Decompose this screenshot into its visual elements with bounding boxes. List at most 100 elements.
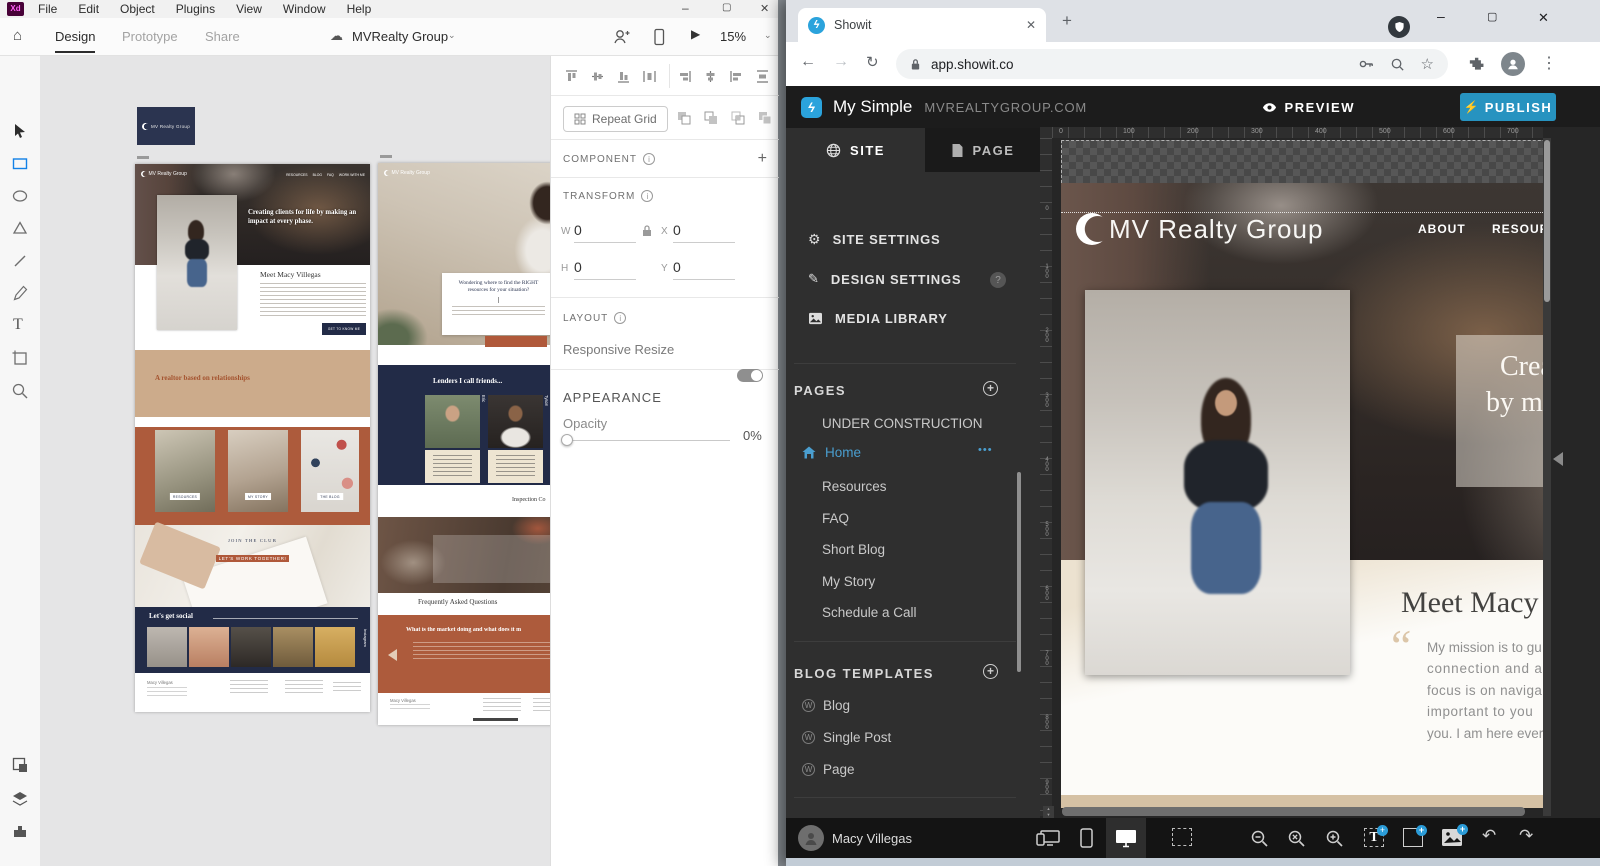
page-options-icon[interactable]: ••• [978, 444, 993, 456]
align-top-icon[interactable] [564, 69, 579, 84]
artboard-resources[interactable]: MV Realty Group RESOURCES Wondering wher… [378, 163, 550, 725]
menu-window[interactable]: Window [283, 2, 326, 16]
chevron-down-icon[interactable]: ⌄ [448, 30, 456, 41]
collapse-panel-arrow[interactable] [1553, 452, 1563, 466]
assets-icon[interactable] [11, 756, 29, 774]
showit-logo[interactable]: ϟ [801, 97, 822, 118]
blog-template-single-post[interactable]: W Single Post [802, 730, 891, 745]
lock-aspect-icon[interactable] [641, 224, 653, 238]
info-icon[interactable]: i [641, 190, 653, 202]
add-image-tool-icon[interactable]: + [1441, 828, 1463, 847]
site-name[interactable]: My Simple [833, 97, 912, 117]
plugins-icon[interactable] [11, 822, 29, 840]
device-preview-icon[interactable] [651, 28, 667, 46]
page-item-short-blog[interactable]: Short Blog [822, 542, 885, 557]
info-icon[interactable]: i [614, 312, 626, 324]
portrait-photo-canvas[interactable] [1085, 290, 1350, 675]
zoom-in-icon[interactable] [1325, 829, 1344, 848]
tab-design[interactable]: Design [55, 29, 95, 53]
zoom-tool-icon[interactable] [11, 382, 29, 400]
forward-icon[interactable]: → [833, 53, 849, 71]
help-icon[interactable]: ? [990, 272, 1006, 288]
xd-canvas[interactable]: MV Realty Group MV Realty Group RESOURCE… [40, 56, 550, 866]
url-text[interactable]: app.showit.co [931, 57, 1358, 72]
browser-close-button[interactable]: ✕ [1538, 10, 1549, 26]
artboard-tool-icon[interactable] [11, 349, 29, 367]
page-item-home[interactable]: Home [802, 445, 861, 460]
pen-tool-icon[interactable] [11, 284, 29, 302]
site-nav-about[interactable]: ABOUT [1418, 222, 1466, 236]
bookmark-star-icon[interactable]: ☆ [1421, 55, 1434, 73]
sidebar-item-design-settings[interactable]: ✎ DESIGN SETTINGS [808, 271, 961, 287]
polygon-tool-icon[interactable] [11, 219, 29, 237]
select-tool-icon[interactable] [11, 122, 29, 140]
repeat-grid-button[interactable]: Repeat Grid [563, 106, 668, 132]
ellipse-tool-icon[interactable] [11, 187, 29, 205]
artboard1-label[interactable] [137, 156, 149, 159]
boolean-add-icon[interactable] [676, 110, 693, 127]
user-avatar[interactable] [798, 825, 824, 851]
desktop-preview-icon[interactable]: ▶ [691, 27, 700, 41]
add-canvas-tool-icon[interactable]: + [1403, 828, 1423, 847]
scroll-spinner[interactable]: ▲▼ [1043, 806, 1054, 818]
distribute-horizontal-icon[interactable] [642, 69, 657, 84]
layers-icon[interactable] [11, 790, 29, 808]
blog-template-page[interactable]: W Page [802, 762, 855, 777]
tab-page[interactable]: PAGE [925, 128, 1040, 172]
rectangle-tool-icon[interactable] [11, 155, 29, 173]
undo-icon[interactable]: ↶ [1482, 826, 1496, 846]
design-stage[interactable]: MV Realty Group ABOUT RESOUR Meet Macy V… [1052, 138, 1543, 816]
profile-badge-icon[interactable] [1388, 16, 1410, 38]
boolean-exclude-icon[interactable] [757, 110, 774, 127]
opacity-slider-knob[interactable] [561, 434, 573, 446]
menu-object[interactable]: Object [120, 2, 155, 16]
align-right-icon[interactable] [729, 69, 744, 84]
menu-file[interactable]: File [38, 2, 57, 16]
x-field[interactable]: 0 [673, 222, 735, 243]
page-item-faq[interactable]: FAQ [822, 511, 849, 526]
canvas-outline-tool-icon[interactable] [1172, 828, 1192, 846]
share-review-icon[interactable] [612, 28, 630, 46]
distribute-vertical-icon[interactable] [755, 69, 770, 84]
back-icon[interactable]: ← [800, 53, 816, 71]
align-center-icon[interactable] [703, 69, 718, 84]
align-middle-icon[interactable] [590, 69, 605, 84]
extensions-icon[interactable] [1469, 56, 1486, 73]
line-tool-icon[interactable] [11, 252, 29, 270]
tab-prototype[interactable]: Prototype [122, 29, 178, 44]
align-bottom-icon[interactable] [616, 69, 631, 84]
align-left-icon[interactable] [677, 69, 692, 84]
site-nav-resources[interactable]: RESOUR [1492, 222, 1543, 236]
canvas-hscroll-thumb[interactable] [1062, 807, 1525, 816]
page-canvas[interactable]: MV Realty Group ABOUT RESOUR Meet Macy V… [1061, 140, 1543, 808]
new-tab-button[interactable]: + [1062, 11, 1072, 31]
password-key-icon[interactable] [1358, 56, 1374, 72]
canvas-vscroll-thumb[interactable] [1544, 140, 1550, 302]
add-text-tool-icon[interactable]: T+ [1364, 828, 1384, 847]
browser-menu-icon[interactable]: ⋮ [1541, 53, 1557, 73]
document-name[interactable]: MVRealty Group [352, 29, 448, 44]
tab-share[interactable]: Share [205, 29, 240, 44]
height-field[interactable]: 0 [574, 259, 636, 280]
zoom-level[interactable]: 15% [720, 29, 746, 44]
boolean-subtract-icon[interactable] [703, 110, 720, 127]
text-tool-icon[interactable]: T [13, 316, 23, 334]
tab-site[interactable]: SITE [786, 128, 925, 172]
artboard-home[interactable]: MV Realty Group RESOURCES BLOG FAQ WORK … [135, 164, 370, 712]
transparent-header-canvas[interactable] [1061, 140, 1543, 183]
opacity-slider-track[interactable] [565, 440, 730, 441]
info-icon[interactable]: i [643, 153, 655, 165]
device-desktop-icon[interactable] [1115, 829, 1137, 848]
headline-card-canvas[interactable]: Creat by ma [1456, 335, 1543, 487]
publish-button[interactable]: ⚡ PUBLISH [1460, 93, 1556, 121]
redo-icon[interactable]: ↷ [1519, 826, 1533, 846]
sidebar-scrollbar[interactable] [1017, 472, 1021, 672]
browser-avatar[interactable] [1501, 52, 1525, 76]
xd-maximize-button[interactable]: ▢ [722, 2, 731, 13]
page-item-under-construction[interactable]: UNDER CONSTRUCTION [822, 416, 983, 431]
add-blog-template-button[interactable]: + [983, 664, 998, 679]
page-item-my-story[interactable]: My Story [822, 574, 875, 589]
reload-icon[interactable]: ↻ [866, 53, 879, 71]
site-domain[interactable]: MVREALTYGROUP.COM [924, 100, 1087, 115]
home-icon[interactable]: ⌂ [13, 27, 22, 44]
